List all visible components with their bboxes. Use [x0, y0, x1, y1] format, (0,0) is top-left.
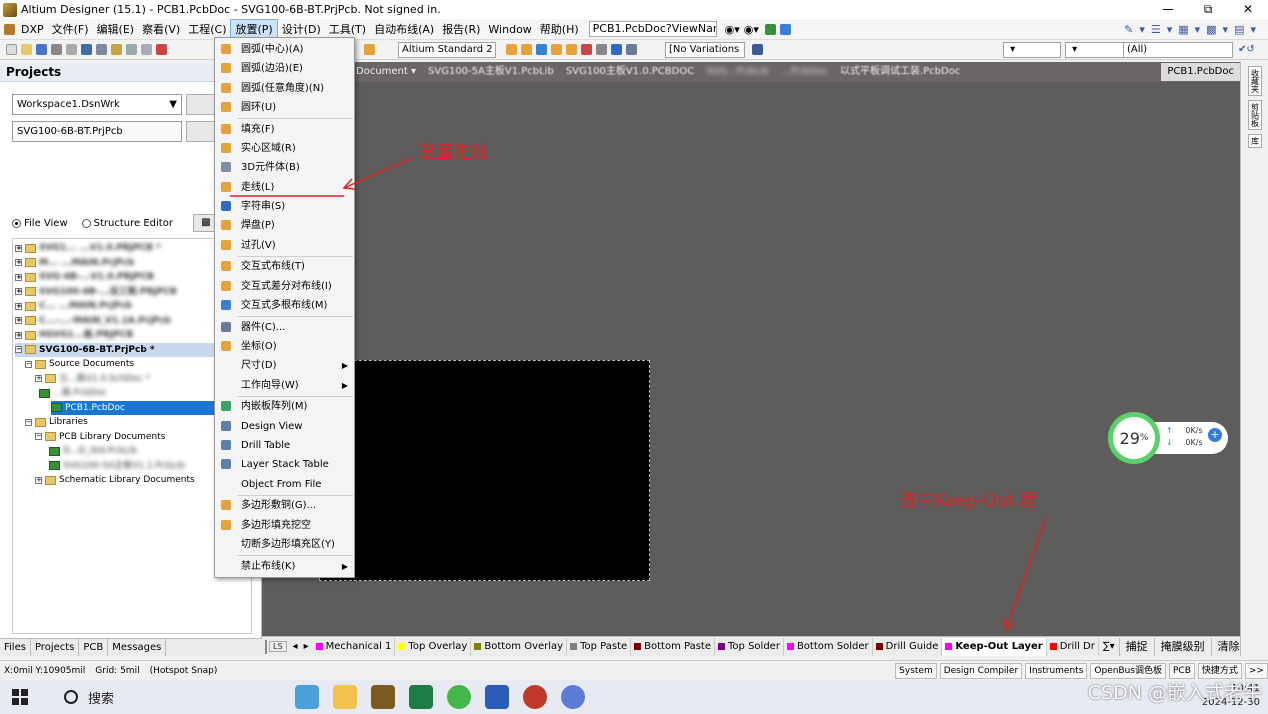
watermark: CSDN @嵌入式老牛 — [1087, 682, 1262, 704]
select-keepout-annotation: 选中Keep-Out 层 — [900, 491, 1038, 511]
arrow-to-keepout-annotation — [1005, 517, 1047, 631]
annotation-arrows — [230, 157, 1047, 632]
arrow-to-track-annotation — [343, 157, 413, 189]
place-track-annotation: 放置走线 — [420, 143, 488, 163]
